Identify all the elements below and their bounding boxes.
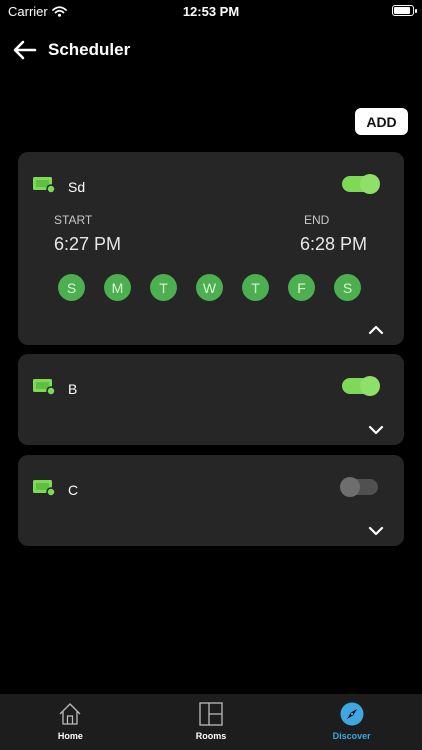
- start-label: START: [54, 213, 93, 227]
- tab-label: Rooms: [195, 731, 227, 741]
- weekday-selector: S M T W T F S: [58, 274, 361, 301]
- day-saturday[interactable]: S: [334, 274, 361, 301]
- tab-label: Discover: [332, 731, 371, 741]
- schedule-toggle[interactable]: [342, 376, 380, 396]
- day-monday[interactable]: M: [104, 274, 131, 301]
- end-label: END: [304, 213, 330, 227]
- schedule-name: C: [68, 482, 79, 498]
- toggle-knob: [360, 376, 380, 396]
- chevron-down-icon[interactable]: [368, 526, 384, 536]
- page-title: Scheduler: [48, 40, 131, 59]
- home-icon: [59, 703, 81, 725]
- room-icon: [33, 379, 55, 395]
- add-schedule-button[interactable]: ADD: [355, 108, 408, 135]
- tab-rooms[interactable]: Rooms: [141, 694, 282, 750]
- chevron-down-icon[interactable]: [368, 425, 384, 435]
- day-tuesday[interactable]: T: [150, 274, 177, 301]
- schedule-toggle[interactable]: [340, 477, 378, 497]
- day-sunday[interactable]: S: [58, 274, 85, 301]
- back-arrow-icon: [13, 40, 37, 60]
- day-thursday[interactable]: T: [242, 274, 269, 301]
- header: Scheduler: [10, 36, 130, 64]
- status-bar: Carrier 12:53 PM: [0, 0, 422, 22]
- schedule-card-c: C: [18, 455, 404, 546]
- tab-bar: Home Rooms Discover: [0, 694, 422, 750]
- rooms-icon: [199, 702, 223, 726]
- status-time: 12:53 PM: [182, 4, 240, 19]
- schedule-card-sd: Sd START 6:27 PM END 6:28 PM S M T W T F…: [18, 152, 404, 345]
- tab-discover[interactable]: Discover: [281, 694, 422, 750]
- day-friday[interactable]: F: [288, 274, 315, 301]
- battery-level: [394, 7, 411, 14]
- chevron-up-icon[interactable]: [368, 325, 384, 335]
- room-icon: [33, 177, 55, 193]
- schedule-toggle[interactable]: [342, 174, 380, 194]
- toggle-knob: [340, 477, 360, 497]
- start-time[interactable]: 6:27 PM: [54, 234, 121, 255]
- back-button[interactable]: [10, 36, 40, 64]
- schedule-card-b: B: [18, 354, 404, 445]
- room-icon: [33, 480, 55, 496]
- tab-label: Home: [57, 731, 83, 741]
- tab-home[interactable]: Home: [0, 694, 141, 750]
- battery-icon: [392, 5, 417, 16]
- end-time[interactable]: 6:28 PM: [300, 234, 367, 255]
- schedule-name: Sd: [68, 179, 86, 195]
- compass-icon: [340, 702, 364, 726]
- schedule-name: B: [68, 381, 78, 397]
- toggle-knob: [360, 174, 380, 194]
- day-wednesday[interactable]: W: [196, 274, 223, 301]
